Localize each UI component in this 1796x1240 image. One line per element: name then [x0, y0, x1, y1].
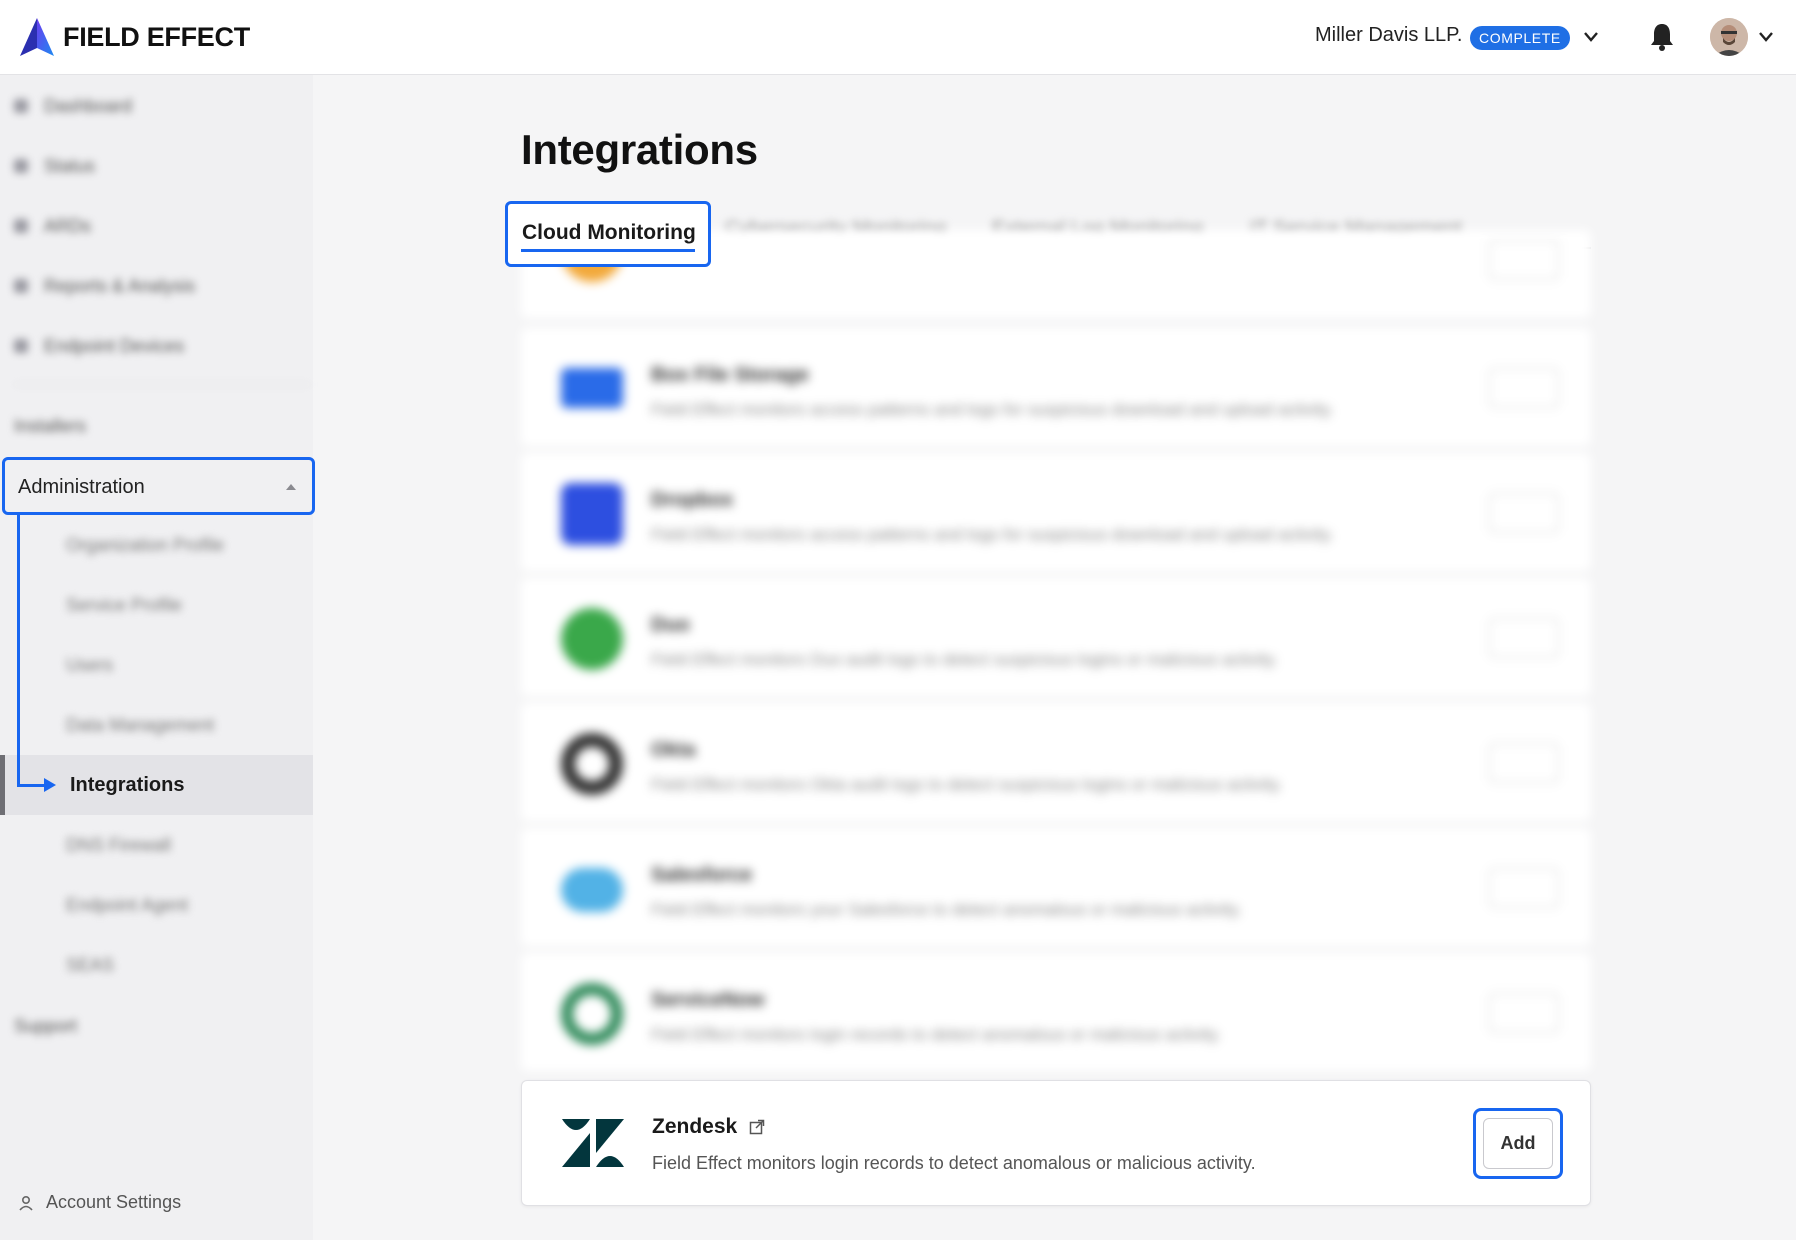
- sidebar-subitem-users[interactable]: Users: [66, 655, 113, 676]
- sidebar-item-label: Status: [44, 155, 96, 176]
- zendesk-add-button[interactable]: Add: [1483, 1118, 1553, 1169]
- sidebar-item-ards[interactable]: ARDs: [14, 215, 91, 237]
- sidebar-item-label: Endpoint Devices: [44, 335, 185, 356]
- sidebar-item-status[interactable]: Status: [14, 155, 95, 177]
- tab-label: Cloud Monitoring: [522, 221, 696, 244]
- sidebar-item-label: Reports & Analysis: [44, 275, 196, 296]
- integration-description: Field Effect monitors Okta audit logs to…: [651, 775, 1283, 794]
- reports-icon: [14, 279, 28, 293]
- sidebar-item-label: Dashboard: [44, 95, 133, 116]
- notifications-bell-icon[interactable]: [1649, 22, 1675, 52]
- salesforce-logo-icon: [561, 868, 623, 912]
- plan-badge: COMPLETE: [1470, 26, 1570, 50]
- dropbox-logo-icon: [561, 483, 623, 545]
- add-button[interactable]: [1489, 868, 1559, 908]
- integration-name: Dropbox: [651, 489, 734, 511]
- integration-description: Field Effect monitors Duo audit logs to …: [651, 650, 1278, 669]
- endpoint-devices-icon: [14, 339, 28, 353]
- sidebar-divider: [14, 384, 310, 385]
- sidebar-subitem-service-profile[interactable]: Service Profile: [66, 595, 182, 616]
- account-settings-link[interactable]: Account Settings: [18, 1192, 181, 1213]
- sidebar-subitem-endpoint-agent[interactable]: Endpoint Agent: [66, 895, 188, 916]
- brand-name: FIELD EFFECT: [63, 21, 250, 52]
- integration-card: Salesforce Field Effect monitors your Sa…: [521, 828, 1591, 946]
- sidebar-item-label: Administration: [18, 476, 145, 498]
- integration-name: ServiceNow: [651, 989, 765, 1011]
- user-avatar[interactable]: [1710, 18, 1748, 56]
- integration-card: Okta Field Effect monitors Okta audit lo…: [521, 703, 1591, 821]
- external-link-icon[interactable]: [749, 1119, 765, 1135]
- sidebar-item-label: ARDs: [44, 215, 92, 236]
- integration-description: Field Effect monitors access patterns an…: [651, 525, 1334, 544]
- connector-arrow-icon: [44, 778, 56, 792]
- integration-name: Zendesk: [652, 1115, 738, 1138]
- connector-line: [17, 515, 20, 786]
- avatar-person-icon: [1710, 18, 1748, 56]
- integration-description: Field Effect monitors your Salesforce to…: [651, 900, 1242, 919]
- add-button[interactable]: [1489, 993, 1559, 1033]
- sidebar: Dashboard Status ARDs Reports & Analysis…: [0, 75, 315, 1240]
- sidebar-item-installers[interactable]: Installers: [14, 415, 86, 437]
- caret-up-icon: [286, 484, 296, 490]
- sidebar-item-label: Installers: [14, 415, 87, 436]
- servicenow-logo-icon: [561, 983, 623, 1045]
- add-button[interactable]: [1489, 368, 1559, 408]
- integration-name: Salesforce: [651, 864, 753, 886]
- zendesk-name: Zendesk: [652, 1115, 765, 1139]
- zendesk-logo-icon: [562, 1119, 624, 1167]
- integration-name: Box File Storage: [651, 364, 809, 386]
- organization-name[interactable]: Miller Davis LLP.: [1315, 24, 1462, 47]
- add-button[interactable]: [1489, 743, 1559, 783]
- org-switcher-chevron-icon[interactable]: [1583, 31, 1599, 43]
- okta-logo-icon: [561, 733, 623, 795]
- sidebar-item-reports[interactable]: Reports & Analysis: [14, 275, 195, 297]
- sidebar-subitem-seas[interactable]: SEAS: [66, 955, 114, 976]
- integration-description: Field Effect monitors access patterns an…: [651, 400, 1334, 419]
- sidebar-item-administration[interactable]: Administration: [2, 457, 315, 515]
- add-button[interactable]: [1489, 493, 1559, 533]
- sidebar-item-label: Support: [14, 1015, 78, 1036]
- connector-line: [17, 784, 47, 787]
- sidebar-item-endpoint-devices[interactable]: Endpoint Devices: [14, 335, 184, 357]
- sidebar-item-support[interactable]: Support: [14, 1015, 77, 1037]
- box-logo-icon: [561, 368, 623, 408]
- add-button[interactable]: [1489, 240, 1559, 280]
- integration-card: Box File Storage Field Effect monitors a…: [521, 328, 1591, 446]
- integration-description: Field Effect monitors login records to d…: [652, 1153, 1256, 1173]
- integration-card: Dropbox Field Effect monitors access pat…: [521, 453, 1591, 571]
- integration-name: Duo: [651, 614, 690, 636]
- integration-description: Field Effect monitors login records to d…: [651, 1025, 1222, 1044]
- sidebar-subitem-data-management[interactable]: Data Management: [66, 715, 214, 736]
- duo-logo-icon: [561, 608, 623, 670]
- account-settings-label: Account Settings: [46, 1192, 182, 1212]
- integration-name: Okta: [651, 739, 696, 761]
- top-header: FIELD EFFECT Miller Davis LLP. COMPLETE: [0, 0, 1796, 75]
- brand-logo[interactable]: FIELD EFFECT: [19, 17, 250, 57]
- integration-card: Duo Field Effect monitors Duo audit logs…: [521, 578, 1591, 696]
- integration-card: ServiceNow Field Effect monitors login r…: [521, 953, 1591, 1071]
- page-title: Integrations: [521, 126, 758, 173]
- dashboard-icon: [14, 99, 28, 113]
- integrations-list-blurred: Box File Storage Field Effect monitors a…: [521, 220, 1591, 1080]
- tab-cloud-monitoring[interactable]: Cloud Monitoring: [505, 201, 711, 267]
- sidebar-subitem-organization-profile[interactable]: Organization Profile: [66, 535, 224, 556]
- person-icon: [19, 1195, 33, 1211]
- active-tab-indicator: [521, 249, 695, 252]
- sidebar-subitem-dns-firewall[interactable]: DNS Firewall: [66, 835, 171, 856]
- add-button[interactable]: [1489, 618, 1559, 658]
- user-menu-chevron-icon[interactable]: [1758, 31, 1774, 43]
- status-icon: [14, 159, 28, 173]
- zendesk-integration-card: Zendesk Field Effect monitors login reco…: [521, 1080, 1591, 1206]
- sidebar-item-label: Integrations: [70, 774, 185, 796]
- sidebar-item-dashboard[interactable]: Dashboard: [14, 95, 132, 117]
- field-effect-logo-icon: [20, 18, 54, 56]
- ards-icon: [14, 219, 28, 233]
